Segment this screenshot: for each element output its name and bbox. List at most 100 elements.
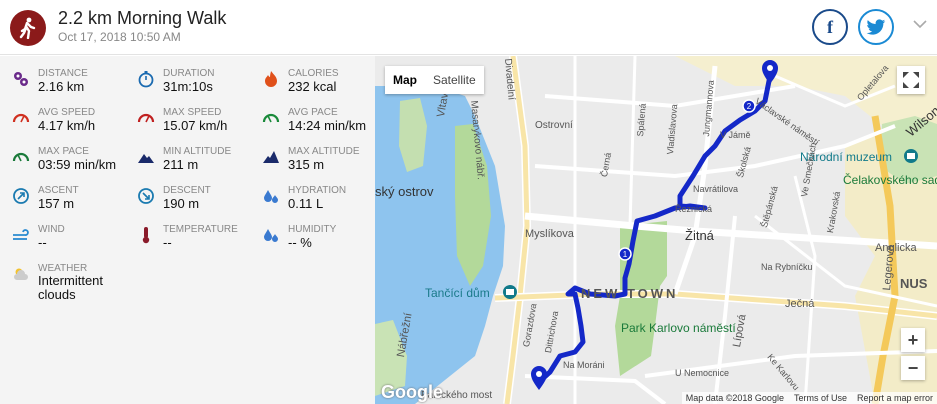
- stat-label: TEMPERATURE: [163, 224, 238, 235]
- stat-hydration: HYDRATION 0.11 L: [250, 185, 375, 221]
- stat-humidity: HUMIDITY -- %: [250, 224, 375, 260]
- route-marker-2-label: 2: [747, 102, 752, 111]
- stat-label: CALORIES: [288, 68, 339, 79]
- stat-weather: WEATHER Intermittent clouds: [0, 263, 125, 302]
- stat-max-pace: MAX PACE 03:59 min/km: [0, 146, 125, 182]
- stat-value: 31m:10s: [163, 79, 213, 94]
- twitter-bird-icon: [866, 18, 886, 35]
- stat-max-speed: MAX SPEED 15.07 km/h: [125, 107, 250, 143]
- facebook-share-button[interactable]: f: [812, 9, 848, 45]
- stat-min-altitude: MIN ALTITUDE 211 m: [125, 146, 250, 182]
- stat-value: 15.07 km/h: [163, 118, 228, 133]
- activity-title: 2.2 km Morning Walk: [58, 8, 227, 28]
- map-type-satellite-button[interactable]: Satellite: [425, 66, 484, 94]
- stat-value: 315 m: [288, 157, 325, 172]
- map-label-new-town: NEW TOWN: [581, 286, 679, 301]
- map-type-control: Map Satellite: [385, 66, 484, 94]
- stat-label: MAX PACE: [38, 146, 89, 157]
- stat-value: 2.16 km: [38, 79, 85, 94]
- route-marker-1[interactable]: 1: [618, 247, 632, 261]
- museum-poi-icon[interactable]: [904, 149, 918, 163]
- stat-max-altitude: MAX ALTITUDE 315 m: [250, 146, 375, 182]
- stat-label: MIN ALTITUDE: [163, 146, 232, 157]
- mountain-high-icon: [262, 148, 280, 166]
- dancing-house-poi-icon[interactable]: [503, 285, 517, 299]
- stat-temperature: TEMPERATURE --: [125, 224, 250, 260]
- stat-value: 4.17 km/h: [38, 118, 96, 133]
- stat-value: 232 kcal: [288, 79, 337, 94]
- route-marker-1-label: 1: [623, 250, 628, 259]
- map-label-v-jame: V Jámě: [720, 130, 751, 140]
- map-type-map-button[interactable]: Map: [385, 66, 425, 94]
- stat-value: Intermittent clouds: [38, 273, 104, 302]
- stat-label: DESCENT: [163, 185, 211, 196]
- stat-value: --: [38, 235, 47, 250]
- pace-gauge-icon: [12, 148, 30, 166]
- activity-date: Oct 17, 2018 10:50 AM: [58, 30, 181, 44]
- facebook-icon: f: [827, 16, 833, 37]
- distance-pin-icon: [12, 70, 30, 88]
- water-drops-icon: [262, 187, 280, 205]
- map-label-myslikova: Myslíkova: [525, 228, 574, 240]
- zoom-in-button[interactable]: +: [901, 328, 925, 352]
- stat-label: AVG SPEED: [38, 107, 96, 118]
- stat-label: WIND: [38, 224, 65, 235]
- map-label-na-morani: Na Moráni: [563, 360, 605, 370]
- map-label-navratilova: Navrátilova: [693, 184, 739, 194]
- thermometer-icon: [137, 226, 155, 244]
- map-label-ostrov: ský ostrov: [375, 184, 434, 199]
- map-label-jecna: Ječná: [785, 298, 815, 310]
- stat-label: HYDRATION: [288, 185, 347, 196]
- stopwatch-icon: [137, 70, 155, 88]
- walking-person-icon: [10, 10, 46, 46]
- stat-distance: DISTANCE 2.16 km: [0, 68, 125, 104]
- map-label-celakovskeho: Čelakovského sady: [843, 173, 937, 187]
- map-label-nus: NUS: [900, 276, 928, 291]
- activity-header: 2.2 km Morning Walk Oct 17, 2018 10:50 A…: [0, 0, 937, 55]
- fullscreen-button[interactable]: [897, 66, 925, 94]
- stat-label: AVG PACE: [288, 107, 338, 118]
- map-label-park: Park Karlovo náměstí: [621, 322, 736, 335]
- flame-icon: [262, 70, 280, 88]
- google-logo: Google: [381, 382, 443, 402]
- report-map-error-link[interactable]: Report a map error: [857, 392, 933, 404]
- stat-label: HUMIDITY: [288, 224, 337, 235]
- route-marker-2[interactable]: 2: [742, 99, 756, 113]
- fullscreen-icon: [903, 72, 919, 88]
- stat-label: MAX ALTITUDE: [288, 146, 360, 157]
- stat-value: 03:59 min/km: [38, 157, 117, 172]
- stat-value: --: [163, 235, 172, 250]
- route-map[interactable]: 1 2 Vltava Masarykovo nábř. Divadelní Os…: [375, 56, 937, 404]
- stat-ascent: ASCENT 157 m: [0, 185, 125, 221]
- map-label-tancici-dum: Tančící dům: [425, 286, 490, 300]
- map-attribution-bar: Map data ©2018 Google Terms of Use Repor…: [681, 392, 937, 404]
- map-label-na-rybnicku: Na Rybníčku: [761, 262, 813, 272]
- descent-compass-icon: [137, 187, 155, 205]
- stat-value: 157 m: [38, 196, 75, 211]
- terms-of-use-link[interactable]: Terms of Use: [794, 392, 847, 404]
- mountain-low-icon: [137, 148, 155, 166]
- stat-label: DISTANCE: [38, 68, 88, 79]
- stat-label: MAX SPEED: [163, 107, 222, 118]
- map-label-zitna: Žitná: [685, 228, 714, 243]
- stat-value: 0.11 L: [288, 196, 324, 211]
- stat-avg-pace: AVG PACE 14:24 min/km: [250, 107, 375, 143]
- pace-gauge-icon: [262, 109, 280, 127]
- zoom-out-button[interactable]: −: [901, 356, 925, 380]
- stat-label: ASCENT: [38, 185, 79, 196]
- map-label-u-nemocnice: U Nemocnice: [675, 368, 730, 378]
- speedometer-icon: [137, 109, 155, 127]
- chevron-down-icon[interactable]: [912, 16, 928, 32]
- map-canvas[interactable]: 1 2: [375, 56, 937, 404]
- stat-value: 190 m: [163, 196, 200, 211]
- stat-value: 14:24 min/km: [288, 118, 367, 133]
- stat-calories: CALORIES 232 kcal: [250, 68, 375, 104]
- twitter-share-button[interactable]: [858, 9, 894, 45]
- stat-duration: DURATION 31m:10s: [125, 68, 250, 104]
- ascent-compass-icon: [12, 187, 30, 205]
- map-label-ostrovni: Ostrovní: [535, 120, 573, 131]
- stats-panel: DISTANCE 2.16 km DURATION 31m:10s CALORIES 23…: [0, 56, 375, 404]
- humidity-drops-icon: [262, 226, 280, 244]
- stat-value: -- %: [288, 235, 312, 250]
- stat-label: DURATION: [163, 68, 215, 79]
